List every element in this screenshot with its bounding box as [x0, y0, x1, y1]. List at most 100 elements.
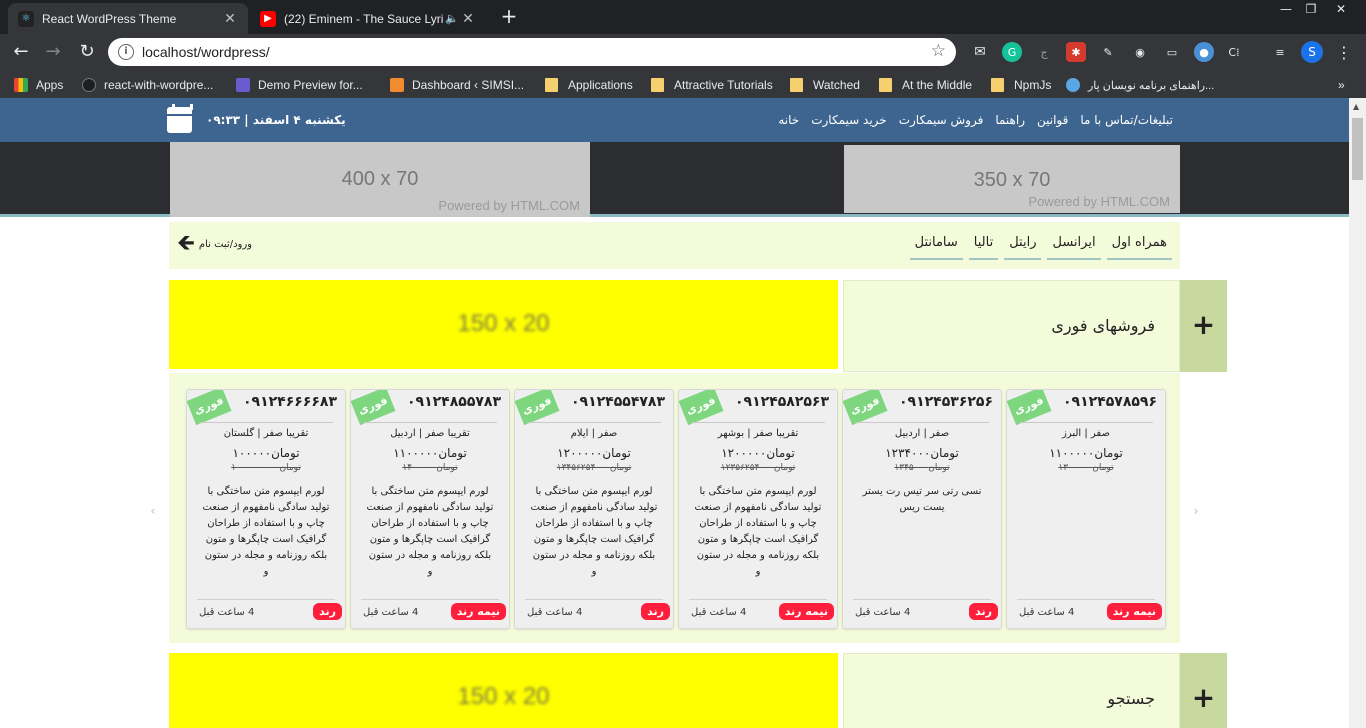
tab-title: (22) Eminem - The Sauce Lyri	[284, 11, 444, 26]
address-bar[interactable]: i localhost/wordpress/ ☆	[108, 38, 956, 66]
phone-number: ۰۹۱۲۴۵۳۶۲۵۶	[899, 394, 993, 410]
price: تومان۱۲۳۴۰۰۰	[885, 446, 959, 460]
bookmark-dashboard[interactable]: Dashboard ‹ SIMSI...	[390, 76, 524, 94]
phone-number: ۰۹۱۲۴۶۶۶۶۸۳	[243, 394, 337, 410]
posted-time: 4 ساعت قبل	[199, 607, 255, 618]
bookmark-demo-preview[interactable]: Demo Preview for...	[236, 76, 363, 94]
scroll-up-icon[interactable]: ▲	[1353, 102, 1359, 111]
tab-hamrah-aval[interactable]: همراه اول	[1106, 222, 1172, 260]
new-tab-button[interactable]: +	[497, 5, 521, 29]
tab-rightel[interactable]: رایتل	[1004, 222, 1042, 260]
phone-number: ۰۹۱۲۴۵۸۲۵۶۳	[735, 394, 829, 410]
translate-extension-icon[interactable]: ج	[1034, 42, 1054, 62]
mail-extension-icon[interactable]: ✉	[970, 42, 990, 62]
bookmark-persian-guide[interactable]: راهنمای برنامه نویسان پار...	[1066, 76, 1214, 94]
ad-banner-right[interactable]: 350 x 70 Powered by HTML.COM	[844, 145, 1180, 213]
page-scrollbar[interactable]: ▲	[1349, 98, 1366, 728]
login-link[interactable]: 🡸 ورود/ثبت نام	[177, 231, 253, 256]
menu-kebab-icon[interactable]: ⋮	[1334, 42, 1354, 62]
bookmark-folder-attractive-tutorials[interactable]: Attractive Tutorials	[651, 76, 773, 94]
playlist-icon[interactable]: ≡	[1270, 42, 1290, 62]
nav-guide[interactable]: راهنما	[995, 113, 1025, 127]
section-title-box: فروشهای فوری	[843, 280, 1180, 372]
sim-card-listing[interactable]: فوری ۰۹۱۲۴۵۵۴۷۸۳ صفر | ایلام تومان۱۲۰۰۰۰…	[514, 389, 674, 629]
operator-tabs-bar: همراه اول ایرانسل رایتل تالیا سامانتل 🡸 …	[169, 222, 1180, 269]
back-icon[interactable]: ←	[9, 40, 33, 64]
ad-powered-by: Powered by HTML.COM	[438, 198, 580, 213]
mute-icon[interactable]: 🔈	[444, 12, 460, 25]
eyes-extension-icon[interactable]: ◉	[1130, 42, 1150, 62]
search-section-header: 150 x 20 جستجو +	[169, 653, 1227, 728]
react-icon: ⚛	[18, 10, 34, 27]
date-time-text: یکشنبه ۴ اسفند | ۰۹:۳۳	[206, 113, 346, 127]
folder-icon	[790, 78, 803, 92]
bookmark-folder-applications[interactable]: Applications	[545, 76, 633, 94]
location: صفر | ایلام	[570, 428, 618, 439]
scrollbar-thumb[interactable]	[1352, 118, 1363, 180]
yellow-ad-banner[interactable]: 150 x 20	[169, 653, 838, 728]
status-badge: نیمه رند	[450, 603, 506, 620]
sim-card-listing[interactable]: فوری ۰۹۱۲۴۵۷۸۵۹۶ صفر | البرز تومان۱۱۰۰۰۰…	[1006, 389, 1166, 629]
window-extension-icon[interactable]: ▭	[1162, 42, 1182, 62]
sign-in-arrow-icon: 🡸	[177, 231, 195, 256]
info-icon[interactable]: i	[118, 44, 134, 60]
profile-avatar[interactable]: S	[1301, 41, 1323, 63]
expand-plus-button[interactable]: +	[1180, 280, 1227, 372]
price: تومان۱۲۰۰۰۰۰	[557, 446, 631, 460]
nav-sell-sim[interactable]: فروش سیمکارت	[899, 113, 984, 127]
close-window-button[interactable]: ✕	[1326, 0, 1356, 20]
ad-size-label: 400 x 70	[341, 168, 419, 190]
bookmark-folder-at-the-middle[interactable]: At the Middle	[879, 76, 972, 94]
forward-icon[interactable]: →	[41, 40, 65, 64]
section-title: جستجو	[1107, 689, 1155, 708]
puzzle-extension-icon[interactable]: ✱	[1066, 42, 1086, 62]
cache-extension-icon[interactable]: C⁞	[1224, 42, 1244, 62]
bookmark-folder-npmjs[interactable]: NpmJs	[991, 76, 1051, 94]
yellow-ad-banner[interactable]: 150 x 20	[169, 280, 838, 369]
tab-samantel[interactable]: سامانتل	[909, 222, 963, 260]
price: تومان۱۱۰۰۰۰۰	[1049, 446, 1123, 460]
tab-taliya[interactable]: تالیا	[968, 222, 999, 260]
status-badge: رند	[969, 603, 998, 620]
carousel-prev-icon[interactable]: ›	[1187, 503, 1205, 521]
bookmark-apps[interactable]: Apps	[14, 76, 63, 94]
tab-youtube-eminem[interactable]: ▶ (22) Eminem - The Sauce Lyri 🔈 ✕	[250, 3, 486, 34]
sim-card-listing[interactable]: فوری ۰۹۱۲۴۵۳۶۲۵۶ صفر | اردبیل تومان۱۲۳۴۰…	[842, 389, 1002, 629]
bookmark-star-icon[interactable]: ☆	[931, 41, 946, 61]
bookmark-react-with-wordpress[interactable]: react-with-wordpre...	[82, 76, 213, 94]
restore-button[interactable]: ❐	[1296, 0, 1326, 20]
nav-rules[interactable]: قوانین	[1037, 113, 1068, 127]
status-badge: رند	[641, 603, 670, 620]
phone-number: ۰۹۱۲۴۵۷۸۵۹۶	[1063, 394, 1157, 410]
chat-extension-icon[interactable]: ●	[1194, 42, 1214, 62]
ad-banner-left[interactable]: 400 x 70 Powered by HTML.COM	[170, 142, 590, 217]
bookmarks-overflow-button[interactable]: »	[1338, 76, 1345, 94]
reload-icon[interactable]: ↻	[75, 40, 99, 64]
sim-card-listing[interactable]: فوری ۰۹۱۲۴۵۸۲۵۶۳ تقریبا صفر | بوشهر توما…	[678, 389, 838, 629]
nav-buy-sim[interactable]: خرید سیمکارت	[811, 113, 886, 127]
bookmark-folder-watched[interactable]: Watched	[790, 76, 860, 94]
grammarly-extension-icon[interactable]: G	[1002, 42, 1022, 62]
nav-home[interactable]: خانه	[778, 113, 799, 127]
sim-card-listing[interactable]: فوری ۰۹۱۲۴۸۵۵۷۸۳ تقریبا صفر | اردبیل توم…	[350, 389, 510, 629]
date-time: یکشنبه ۴ اسفند | ۰۹:۳۳	[167, 104, 346, 133]
description: لورم ایپسوم متن ساختگی با تولید سادگی نا…	[530, 486, 658, 577]
sim-card-listing[interactable]: فوری ۰۹۱۲۴۶۶۶۶۸۳ تقریبا صفر | گلستان توم…	[186, 389, 346, 629]
ad-powered-by: Powered by HTML.COM	[1028, 194, 1170, 209]
login-label: ورود/ثبت نام	[198, 238, 253, 250]
divider	[691, 422, 825, 423]
close-tab-icon[interactable]: ✕	[222, 10, 238, 27]
bookmark-label: Applications	[568, 78, 633, 92]
instant-badge: فوری	[187, 390, 232, 426]
nav-contact[interactable]: تبلیغات/تماس با ما	[1080, 113, 1173, 127]
divider	[525, 599, 663, 600]
expand-plus-button[interactable]: +	[1180, 653, 1227, 728]
posted-time: 4 ساعت قبل	[363, 607, 419, 618]
pen-extension-icon[interactable]: ✎	[1098, 42, 1118, 62]
tab-react-wordpress-theme[interactable]: ⚛ React WordPress Theme ✕	[8, 3, 248, 34]
tab-title: React WordPress Theme	[42, 11, 177, 26]
tab-irancell[interactable]: ایرانسل	[1047, 222, 1101, 260]
dashboard-icon	[390, 78, 404, 92]
close-tab-icon[interactable]: ✕	[460, 10, 476, 27]
carousel-next-icon[interactable]: ‹	[144, 503, 162, 521]
